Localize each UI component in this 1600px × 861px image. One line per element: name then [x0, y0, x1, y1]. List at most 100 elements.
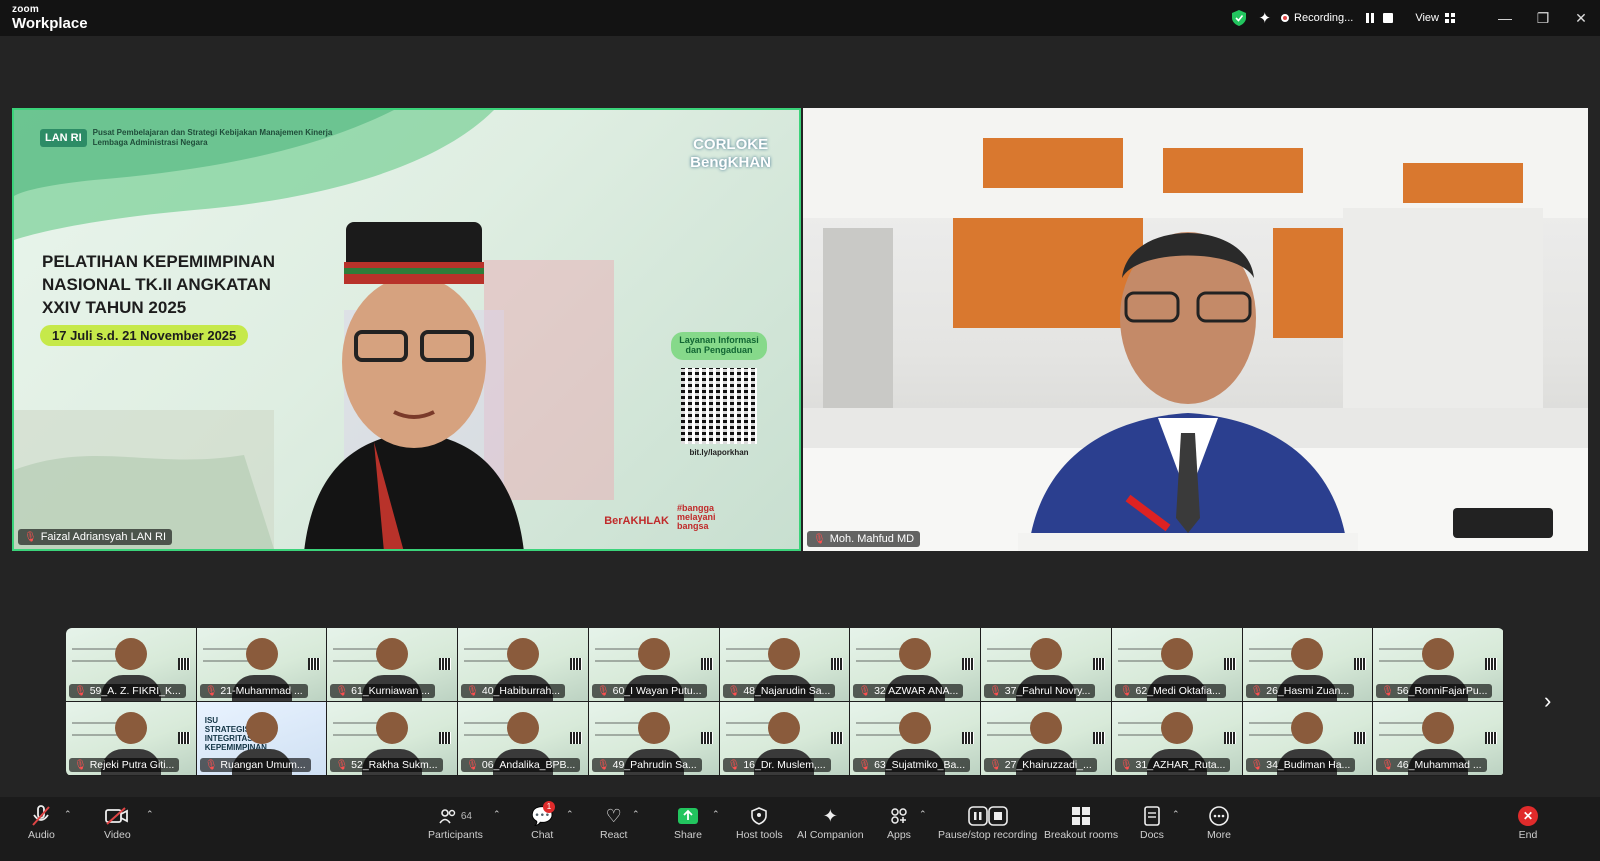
participant-name: 62_Medi Oktafia... [1135, 685, 1221, 697]
pause-stop-recording-button[interactable]: Pause/stop recording [938, 803, 1037, 841]
chat-button[interactable]: 💬 1 Chat [531, 801, 555, 841]
tile-qr-icon [831, 658, 844, 670]
host-tools-button[interactable]: Host tools [736, 803, 783, 841]
participant-tile[interactable]: 🎙 62_Medi Oktafia... [1111, 628, 1243, 702]
next-page-arrow-icon[interactable]: › [1544, 688, 1551, 714]
participant-tile[interactable]: 🎙 27_Khairuzzadi_... [981, 702, 1112, 776]
mic-off-icon: 🎙 [596, 685, 610, 697]
video-off-icon [105, 803, 129, 829]
participant-tile[interactable]: 🎙 06_Andalika_BPB... [458, 702, 589, 776]
participant-head [1029, 712, 1062, 744]
participant-head [507, 712, 540, 744]
pause-stop-icon [967, 803, 1008, 829]
participants-caret-icon[interactable]: ⌃ [493, 809, 501, 820]
participant-head [1160, 712, 1193, 744]
participant-name: 32 AZWAR ANA... [874, 685, 959, 697]
participant-nametag: 🎙 40_Habiburrah... [461, 684, 566, 698]
apps-button[interactable]: Apps [887, 803, 911, 841]
participant-nametag: 🎙 37_Fahrul Novry... [984, 684, 1096, 698]
breakout-rooms-button[interactable]: Breakout rooms [1044, 803, 1118, 841]
participant-tile[interactable]: 🎙 52_Rakha Sukm... [327, 702, 459, 776]
participant-tile[interactable]: 🎙 63_Sujatmiko_Ba... [850, 702, 982, 776]
participant-head [899, 638, 932, 670]
tile-qr-icon [569, 732, 582, 744]
participant-tile[interactable]: 🎙 16_Dr. Muslem,... [719, 702, 851, 776]
mic-off-icon: 🎙 [989, 759, 1002, 771]
video-tile-active-speaker[interactable]: LAN RI Pusat Pembelajaran dan Strategi K… [12, 108, 801, 551]
grid-icon [1445, 12, 1455, 23]
docs-caret-icon[interactable]: ⌃ [1172, 809, 1180, 820]
mic-off-icon: 🎙 [74, 759, 87, 771]
react-button[interactable]: ♡ React [600, 803, 628, 842]
docs-button[interactable]: Docs [1140, 803, 1164, 841]
stop-recording-icon[interactable] [1381, 11, 1395, 25]
react-label: React [600, 829, 628, 841]
mic-off-icon: 🎙 [466, 759, 479, 771]
minimize-button[interactable]: — [1486, 10, 1524, 26]
tile-qr-icon [1485, 732, 1497, 744]
mic-off-icon: 🎙 [1250, 759, 1264, 771]
apps-caret-icon[interactable]: ⌃ [919, 809, 927, 820]
video-caret-icon[interactable]: ⌃ [146, 809, 154, 820]
mic-off-icon: 🎙 [989, 685, 1002, 697]
speaker-2-nametag: 🎙 Moh. Mahfud MD [807, 531, 921, 547]
chat-caret-icon[interactable]: ⌃ [566, 809, 574, 820]
participants-count: 64 [460, 810, 472, 822]
participant-name: Rejeki Putra Giti... [89, 759, 175, 771]
more-button[interactable]: More [1207, 803, 1231, 841]
end-button[interactable]: ✕ End [1518, 803, 1538, 841]
participants-button[interactable]: 64 Participants [428, 803, 483, 841]
berakhlak-logo: BerAKHLAK [604, 515, 669, 527]
close-button[interactable]: ✕ [1562, 10, 1600, 27]
participant-tile[interactable]: 🎙 40_Habiburrah... [458, 628, 589, 702]
participant-nametag: 🎙 61_Kurniawan ... [330, 684, 435, 698]
participant-tile[interactable]: 🎙 26_Hasmi Zuan... [1242, 628, 1374, 702]
mic-off-icon: 🎙 [858, 759, 872, 771]
participant-tile[interactable]: 🎙 46_Muhammad ... [1373, 702, 1504, 776]
participant-tile[interactable]: 🎙 34_Budiman Ha... [1242, 702, 1374, 776]
chat-icon: 💬 1 [531, 801, 555, 826]
participant-tile[interactable]: 🎙 31_AZHAR_Ruta... [1111, 702, 1243, 776]
video-button[interactable]: Video [104, 803, 131, 841]
bangga-logo: #bangga melayani bangsa [677, 503, 716, 531]
restore-button[interactable]: ❐ [1524, 10, 1562, 27]
participant-tile[interactable]: 🎙 49_Pahrudin Sa... [588, 702, 720, 776]
slide-date: 17 Juli s.d. 21 November 2025 [40, 325, 249, 346]
ai-sparkle-icon[interactable]: ✦ [1258, 9, 1271, 27]
participant-tile[interactable]: ISU STRATEGIS: INTEGRITAS KEPEMIMPINAN 🎙 R… [196, 702, 328, 776]
video-tile-speaker-2[interactable]: 🎙 Moh. Mahfud MD [803, 108, 1588, 551]
share-caret-icon[interactable]: ⌃ [712, 809, 720, 820]
pause-stop-label: Pause/stop recording [938, 829, 1038, 841]
pause-recording-icon[interactable] [1363, 11, 1377, 25]
audio-button[interactable]: Audio [28, 803, 55, 841]
react-caret-icon[interactable]: ⌃ [632, 809, 640, 820]
view-button[interactable]: View [1415, 12, 1456, 24]
participant-name: 46_Muhammad ... [1396, 759, 1482, 771]
participant-head [114, 712, 147, 744]
participant-head [637, 638, 670, 670]
tile-qr-icon [177, 732, 190, 744]
participant-tile[interactable]: 🎙 61_Kurniawan ... [327, 628, 459, 702]
participant-tile[interactable]: 🎙 59_A. Z. FIKRI_K... [66, 628, 197, 702]
security-shield-icon[interactable] [1232, 10, 1247, 26]
ai-companion-button[interactable]: ✦ AI Companion [797, 803, 864, 842]
map-text-2: BengKHAN [690, 154, 771, 171]
slide-org-line1: Pusat Pembelajaran dan Strategi Kebijaka… [92, 128, 333, 137]
participant-tile[interactable]: 🎙 60_I Wayan Putu... [588, 628, 720, 702]
share-button[interactable]: Share [674, 803, 702, 841]
participant-tile[interactable]: 🎙 48_Najarudin Sa... [719, 628, 851, 702]
participant-tile[interactable]: 🎙 37_Fahrul Novry... [981, 628, 1112, 702]
participant-nametag: 🎙 21-Muhammad ... [199, 684, 308, 698]
participant-tile[interactable]: 🎙 32 AZWAR ANA... [850, 628, 982, 702]
mic-off-icon: 🎙 [858, 685, 872, 697]
participant-tile[interactable]: 🎙 56_RonniFajarPu... [1373, 628, 1504, 702]
tile-qr-icon [962, 732, 975, 744]
participant-tile[interactable]: 🎙 21-Muhammad ... [196, 628, 328, 702]
mic-muted-icon [31, 803, 51, 829]
mic-off-icon: 🎙 [1119, 685, 1133, 697]
participant-tile[interactable]: 🎙 Rejeki Putra Giti... [66, 702, 197, 776]
tile-qr-icon [177, 658, 190, 670]
tile-qr-icon [1223, 732, 1236, 744]
participant-nametag: 🎙 26_Hasmi Zuan... [1245, 684, 1355, 698]
audio-caret-icon[interactable]: ⌃ [64, 809, 72, 820]
